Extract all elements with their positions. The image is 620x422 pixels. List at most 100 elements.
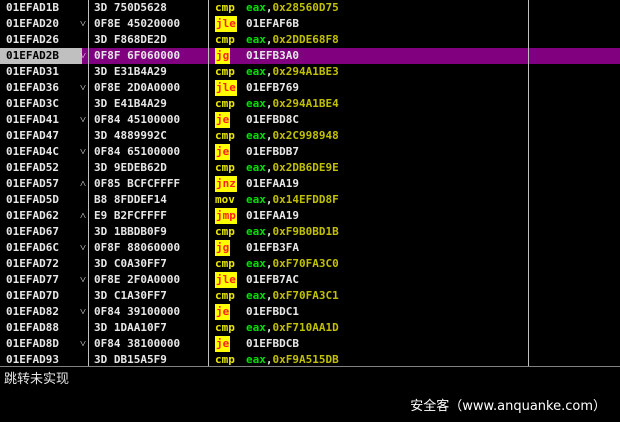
register-operand: eax [246, 33, 266, 46]
operands: eax,0x2DB6DE9E [246, 160, 339, 176]
instruction-row[interactable]: 01EFAD52 3D 9EDEB62D cmp eax,0x2DB6DE9E [0, 160, 620, 176]
immediate-operand: 0xF9A515DB [272, 353, 339, 366]
instruction-row[interactable]: 01EFAD47 3D 4889992C cmp eax,0x2C998948 [0, 128, 620, 144]
address-cell: 01EFAD4C [6, 145, 59, 158]
register-operand: eax [246, 97, 266, 110]
operand-separator: , [265, 257, 273, 270]
address-cell: 01EFAD8D [6, 337, 59, 350]
opcode-bytes: 3D 4889992C [94, 129, 167, 142]
address-cell: 01EFAD67 [6, 225, 59, 238]
jump-target: 01EFBD8C [246, 113, 299, 126]
operands: eax,0xF9A515DB [246, 352, 339, 366]
instruction-row[interactable]: 01EFAD57 ˄ 0F85 BCFCFFFF jnz 01EFAA19 [0, 176, 620, 192]
address-cell: 01EFAD62 [6, 209, 59, 222]
operand-separator: , [265, 161, 273, 174]
register-operand: eax [246, 193, 266, 206]
mnemonic: mov [215, 193, 235, 206]
instruction-row[interactable]: 01EFAD3C 3D E41B4A29 cmp eax,0x294A1BE4 [0, 96, 620, 112]
disassembly-pane[interactable]: 01EFAD93 3D DB15A5F9 cmp eax,0xF9A515DB 01EF… [0, 0, 620, 366]
immediate-operand: 0x2C998948 [272, 129, 339, 142]
instruction-row[interactable]: 01EFAD36 ˅ 0F8E 2D0A0000 jle 01EFB769 [0, 80, 620, 96]
operands: eax,0x28560D75 [246, 0, 339, 16]
operands: 01EFAA19 [246, 176, 299, 192]
operand-separator: , [265, 1, 273, 14]
instruction-row[interactable]: 01EFAD77 ˅ 0F8E 2F0A0000 jle 01EFB7AC [0, 272, 620, 288]
jump-target: 01EFB7AC [246, 273, 299, 286]
immediate-operand: 0xF70FA3C1 [272, 289, 339, 302]
instruction-row[interactable]: 01EFAD20 ˅ 0F8E 45020000 jle 01EFAF6B [0, 16, 620, 32]
mnemonic: je [215, 144, 231, 160]
jump-target: 01EFAF6B [246, 17, 299, 30]
opcode-bytes: 3D C0A30FF7 [94, 257, 167, 270]
instruction-row[interactable]: 01EFAD67 3D 1BBDB0F9 cmp eax,0xF9B0BD1B [0, 224, 620, 240]
opcode-bytes: 3D DB15A5F9 [94, 353, 167, 366]
column-divider-addr [88, 0, 89, 366]
immediate-operand: 0x294A1BE4 [272, 97, 339, 110]
address-cell: 01EFAD6C [6, 241, 59, 254]
instruction-row[interactable]: 01EFAD5D B8 8FDDEF14 mov eax,0x14EFDD8F [0, 192, 620, 208]
instruction-row[interactable]: 01EFAD7D 3D C1A30FF7 cmp eax,0xF70FA3C1 [0, 288, 620, 304]
instruction-row[interactable]: 01EFAD93 3D DB15A5F9 cmp eax,0xF9A515DB [0, 352, 620, 366]
mnemonic: jle [215, 80, 237, 96]
mnemonic: jg [215, 48, 231, 64]
address-cell: 01EFAD72 [6, 257, 59, 270]
operands: eax,0xF70FA3C0 [246, 256, 339, 272]
register-operand: eax [246, 225, 266, 238]
mnemonic: jnz [215, 176, 237, 192]
operands: eax,0x294A1BE4 [246, 96, 339, 112]
opcode-bytes: 3D C1A30FF7 [94, 289, 167, 302]
address-cell: 01EFAD20 [6, 17, 59, 30]
address-cell: 01EFAD7D [6, 289, 59, 302]
operands: eax,0xF710AA1D [246, 320, 339, 336]
instruction-row[interactable]: 01EFAD1B 3D 750D5628 cmp eax,0x28560D75 [0, 0, 620, 16]
address-cell: 01EFAD3C [6, 97, 59, 110]
instruction-row[interactable]: 01EFAD72 3D C0A30FF7 cmp eax,0xF70FA3C0 [0, 256, 620, 272]
address-cell: 01EFAD5D [6, 193, 59, 206]
immediate-operand: 0xF70FA3C0 [272, 257, 339, 270]
instruction-row[interactable]: 01EFAD88 3D 1DAA10F7 cmp eax,0xF710AA1D [0, 320, 620, 336]
address-cell: 01EFAD36 [6, 81, 59, 94]
instruction-row[interactable]: 01EFAD26 3D F868DE2D cmp eax,0x2DDE68F8 [0, 32, 620, 48]
register-operand: eax [246, 257, 266, 270]
operand-separator: , [265, 193, 273, 206]
instruction-row[interactable]: 01EFAD4C ˅ 0F84 65100000 je 01EFBDB7 [0, 144, 620, 160]
mnemonic: cmp [215, 257, 235, 270]
opcode-bytes: 3D 9EDEB62D [94, 161, 167, 174]
operands: 01EFBDCB [246, 336, 299, 352]
operands: 01EFBDB7 [246, 144, 299, 160]
selected-instruction-row[interactable]: 01EFAD2B ˅ 0F8F 6F060000 jg 01EFB3A0 [0, 48, 620, 64]
instruction-row[interactable]: 01EFAD31 3D E31B4A29 cmp eax,0x294A1BE3 [0, 64, 620, 80]
instruction-row[interactable]: 01EFAD8D ˅ 0F84 38100000 je 01EFBDCB [0, 336, 620, 352]
jump-target: 01EFBDCB [246, 337, 299, 350]
operands: eax,0x14EFDD8F [246, 192, 339, 208]
immediate-operand: 0x14EFDD8F [272, 193, 339, 206]
operand-separator: , [265, 129, 273, 142]
immediate-operand: 0xF9B0BD1B [272, 225, 339, 238]
address-cell: 01EFAD1B [6, 1, 59, 14]
opcode-bytes: 3D 1DAA10F7 [94, 321, 167, 334]
opcode-bytes: 0F8F 88060000 [94, 241, 181, 254]
jump-target: 01EFBDB7 [246, 145, 299, 158]
address-cell: 01EFAD93 [6, 353, 59, 366]
operand-separator: , [265, 321, 273, 334]
opcode-bytes: 3D 750D5628 [94, 1, 167, 14]
opcode-bytes: 0F84 39100000 [94, 305, 181, 318]
operands: 01EFBD8C [246, 112, 299, 128]
operands: 01EFB7AC [246, 272, 299, 288]
operands: eax,0x2DDE68F8 [246, 32, 339, 48]
instruction-row[interactable]: 01EFAD6C ˅ 0F8F 88060000 jg 01EFB3FA [0, 240, 620, 256]
mnemonic: cmp [215, 65, 235, 78]
jump-target: 01EFB3FA [246, 241, 299, 254]
mnemonic: je [215, 336, 231, 352]
instruction-row[interactable]: 01EFAD41 ˅ 0F84 45100000 je 01EFBD8C [0, 112, 620, 128]
instruction-row[interactable]: 01EFAD82 ˅ 0F84 39100000 je 01EFBDC1 [0, 304, 620, 320]
instruction-row[interactable]: 01EFAD62 ˄ E9 B2FCFFFF jmp 01EFAA19 [0, 208, 620, 224]
jump-target: 01EFAA19 [246, 209, 299, 222]
register-operand: eax [246, 129, 266, 142]
address-cell: 01EFAD52 [6, 161, 59, 174]
address-cell: 01EFAD31 [6, 65, 59, 78]
operands: eax,0x2C998948 [246, 128, 339, 144]
watermark-text: 安全客（www.anquanke.com） [410, 399, 606, 414]
address-cell: 01EFAD26 [6, 33, 59, 46]
mnemonic: cmp [215, 161, 235, 174]
